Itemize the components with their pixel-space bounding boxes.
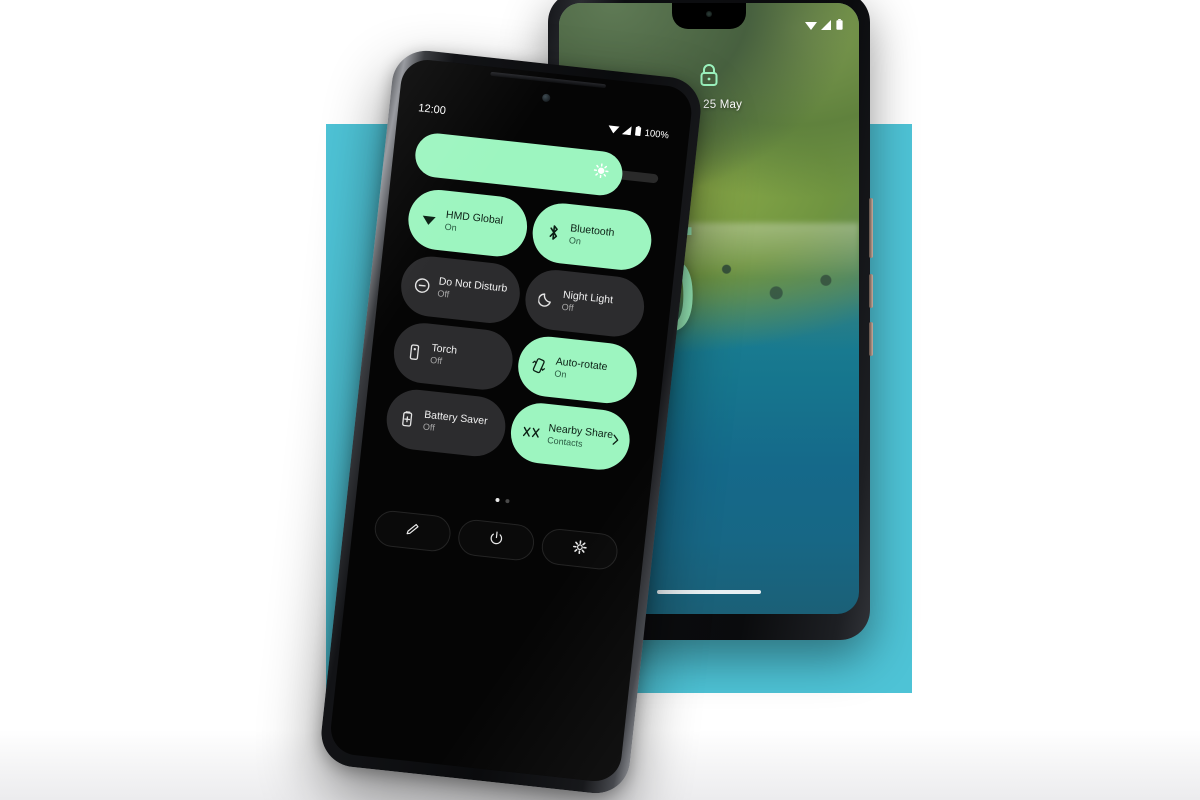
tile-state: Off [429,354,443,367]
assistant-button[interactable] [869,322,873,356]
tile-bluetooth[interactable]: Bluetooth On [529,200,655,273]
chevron-right-icon[interactable] [612,432,620,451]
quick-settings-footer [372,509,620,572]
battery-level-label: 100% [644,127,670,141]
settings-gear-icon [572,539,588,559]
settings-button[interactable] [539,527,620,572]
brightness-fill[interactable] [413,131,625,198]
scene-root: Thu, 25 May 12 00 12:00 [0,0,1200,800]
do-not-disturb-icon [412,276,431,295]
quick-settings-tile-grid: HMD Global On Bluetooth On Do Not Distur… [383,186,655,473]
wifi-icon [607,120,620,139]
edit-tiles-button[interactable] [372,509,453,554]
wifi-icon [805,17,817,35]
tile-torch[interactable]: Torch Off [390,320,516,393]
status-bar-clock: 12:00 [417,102,447,118]
tile-auto-rotate[interactable]: Auto-rotate On [515,333,640,407]
volume-button[interactable] [869,198,873,258]
wifi-icon [420,210,439,229]
status-bar-icons: 100% [607,120,670,145]
tile-battery-saver[interactable]: Battery Saver Off [383,386,509,460]
battery-icon [634,123,642,142]
signal-icon [821,17,832,35]
battery-saver-icon [398,409,417,428]
battery-icon [836,17,843,35]
signal-icon [621,121,633,140]
bluetooth-icon [544,223,563,242]
front-camera-icon [706,11,712,17]
page-dot-2[interactable] [505,498,510,504]
brightness-slider[interactable] [413,131,659,198]
nearby-share-icon [522,423,541,442]
front-camera-icon [541,93,551,103]
tile-night-light[interactable]: Night Light Off [522,267,648,340]
night-light-icon [537,290,556,309]
lock-status-bar [805,17,843,35]
power-icon [488,530,504,550]
tile-do-not-disturb[interactable]: Do Not Disturb Off [398,253,523,327]
tile-hmd-global[interactable]: HMD Global On [405,186,531,260]
power-button[interactable] [869,274,873,308]
edit-pencil-icon [405,521,421,541]
torch-icon [405,343,424,362]
power-menu-button[interactable] [456,518,536,563]
tile-nearby-share[interactable]: Nearby Share Contacts [507,400,633,473]
auto-rotate-icon [529,356,548,375]
page-dot-1[interactable] [495,497,500,503]
brightness-sun-icon [592,163,609,185]
home-indicator[interactable] [657,590,761,594]
